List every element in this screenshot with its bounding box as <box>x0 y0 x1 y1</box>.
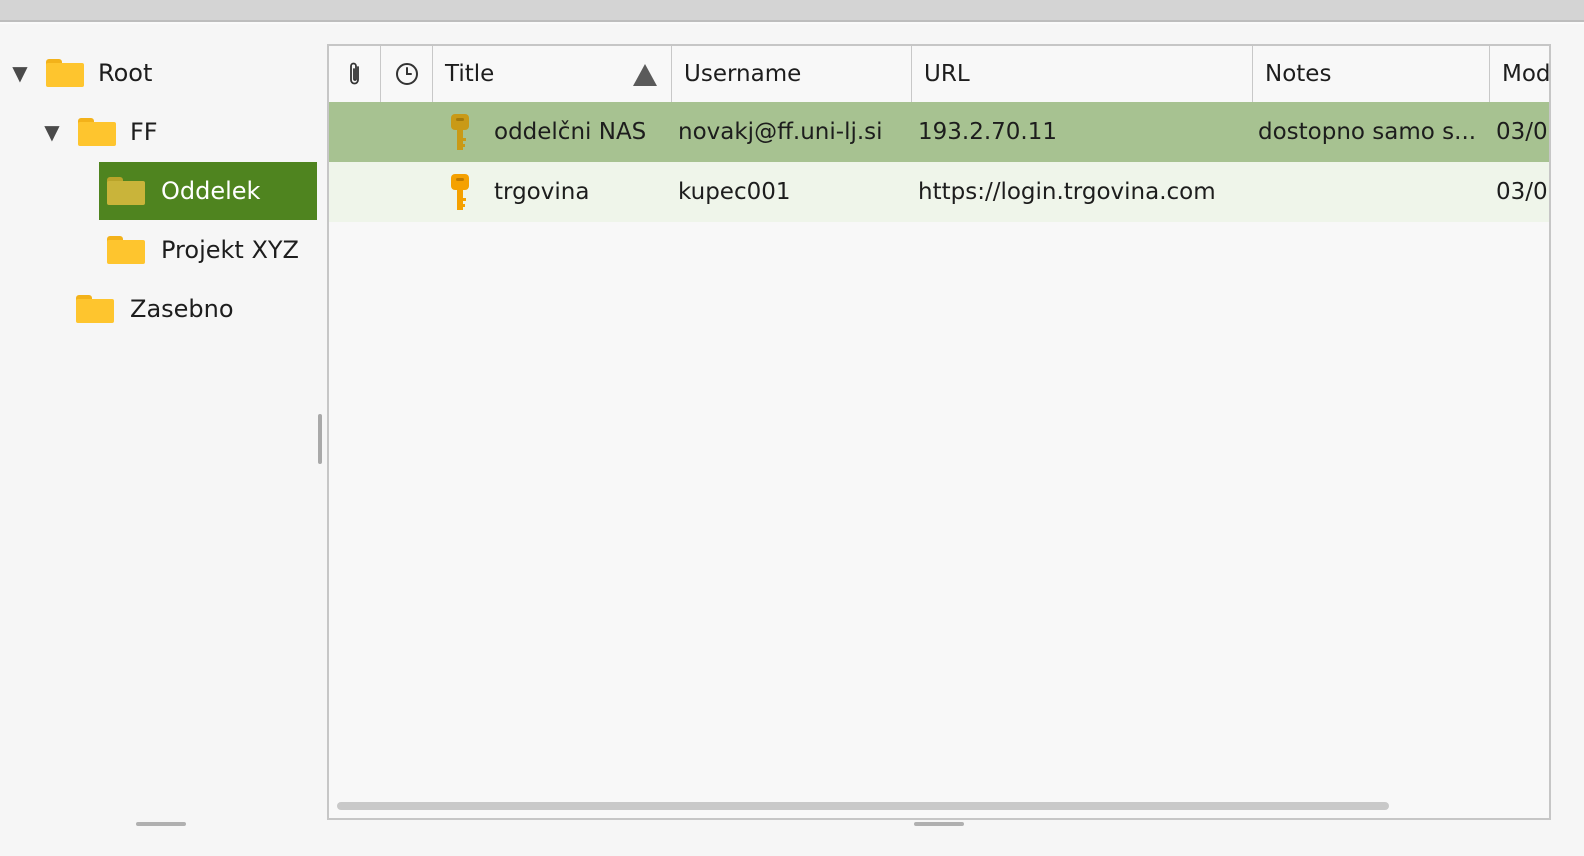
tree-item-oddelek[interactable]: Oddelek <box>99 162 317 220</box>
tree-item-root[interactable]: ▼ Root <box>10 44 310 102</box>
folder-icon <box>107 236 145 264</box>
key-icon <box>451 174 469 210</box>
column-header-label: URL <box>924 61 970 87</box>
folder-icon <box>78 118 116 146</box>
entry-table: Title Username URL Notes Mod oddelčni NA… <box>327 44 1551 820</box>
folder-icon <box>76 295 114 323</box>
column-header-label: Username <box>684 61 802 87</box>
chevron-down-icon[interactable]: ▼ <box>42 120 62 144</box>
entry-notes: dostopno samo s... <box>1258 119 1477 145</box>
column-header-url[interactable]: URL <box>912 46 1253 102</box>
column-header-expiry[interactable] <box>381 46 433 102</box>
tree-item-label: Oddelek <box>161 177 261 205</box>
sort-ascending-icon <box>633 64 657 86</box>
table-header: Title Username URL Notes Mod <box>329 46 1551 103</box>
entry-modified: 03/0 <box>1496 119 1548 145</box>
horizontal-scrollbar[interactable] <box>337 802 1389 810</box>
column-header-username[interactable]: Username <box>672 46 912 102</box>
tree-item-label: Root <box>98 59 153 87</box>
entry-url: 193.2.70.11 <box>918 119 1057 145</box>
tree-item-label: Projekt XYZ <box>161 236 299 264</box>
tree-item-zasebno[interactable]: Zasebno <box>76 280 316 338</box>
clock-icon <box>395 63 418 85</box>
entry-title: trgovina <box>494 179 590 205</box>
column-header-notes[interactable]: Notes <box>1253 46 1490 102</box>
entry-notes <box>1258 162 1484 222</box>
tree-item-projekt-xyz[interactable]: Projekt XYZ <box>107 221 317 279</box>
tree-item-label: Zasebno <box>130 295 234 323</box>
entry-title: oddelčni NAS <box>494 119 647 145</box>
entry-url: https://login.trgovina.com <box>918 179 1216 205</box>
panel-resize-grip[interactable] <box>914 822 964 826</box>
tree-item-label: FF <box>130 118 158 146</box>
tree-item-ff[interactable]: ▼ FF <box>42 103 312 161</box>
sidebar-splitter-handle[interactable] <box>318 414 322 464</box>
group-tree: ▼ Root ▼ FF Oddelek Projekt XYZ Zasebno <box>0 42 320 832</box>
window-top-bar <box>0 0 1584 24</box>
column-header-label: Mod <box>1502 61 1551 87</box>
column-header-label: Title <box>445 61 495 87</box>
column-header-attachment[interactable] <box>329 46 381 102</box>
key-icon <box>451 114 469 150</box>
column-header-modified[interactable]: Mod <box>1490 46 1551 102</box>
entry-username: kupec001 <box>678 179 791 205</box>
table-row[interactable]: oddelčni NAS novakj@ff.uni-lj.si 193.2.7… <box>329 102 1549 162</box>
folder-icon <box>46 59 84 87</box>
folder-icon <box>107 177 145 205</box>
table-row[interactable]: trgovina kupec001 https://login.trgovina… <box>329 162 1549 222</box>
entry-modified: 03/0 <box>1496 179 1548 205</box>
paperclip-icon <box>349 62 359 85</box>
column-header-label: Notes <box>1265 61 1332 87</box>
sidebar-resize-grip[interactable] <box>136 822 186 826</box>
chevron-down-icon[interactable]: ▼ <box>10 61 30 85</box>
entry-username: novakj@ff.uni-lj.si <box>678 119 883 145</box>
column-header-title[interactable]: Title <box>433 46 672 102</box>
